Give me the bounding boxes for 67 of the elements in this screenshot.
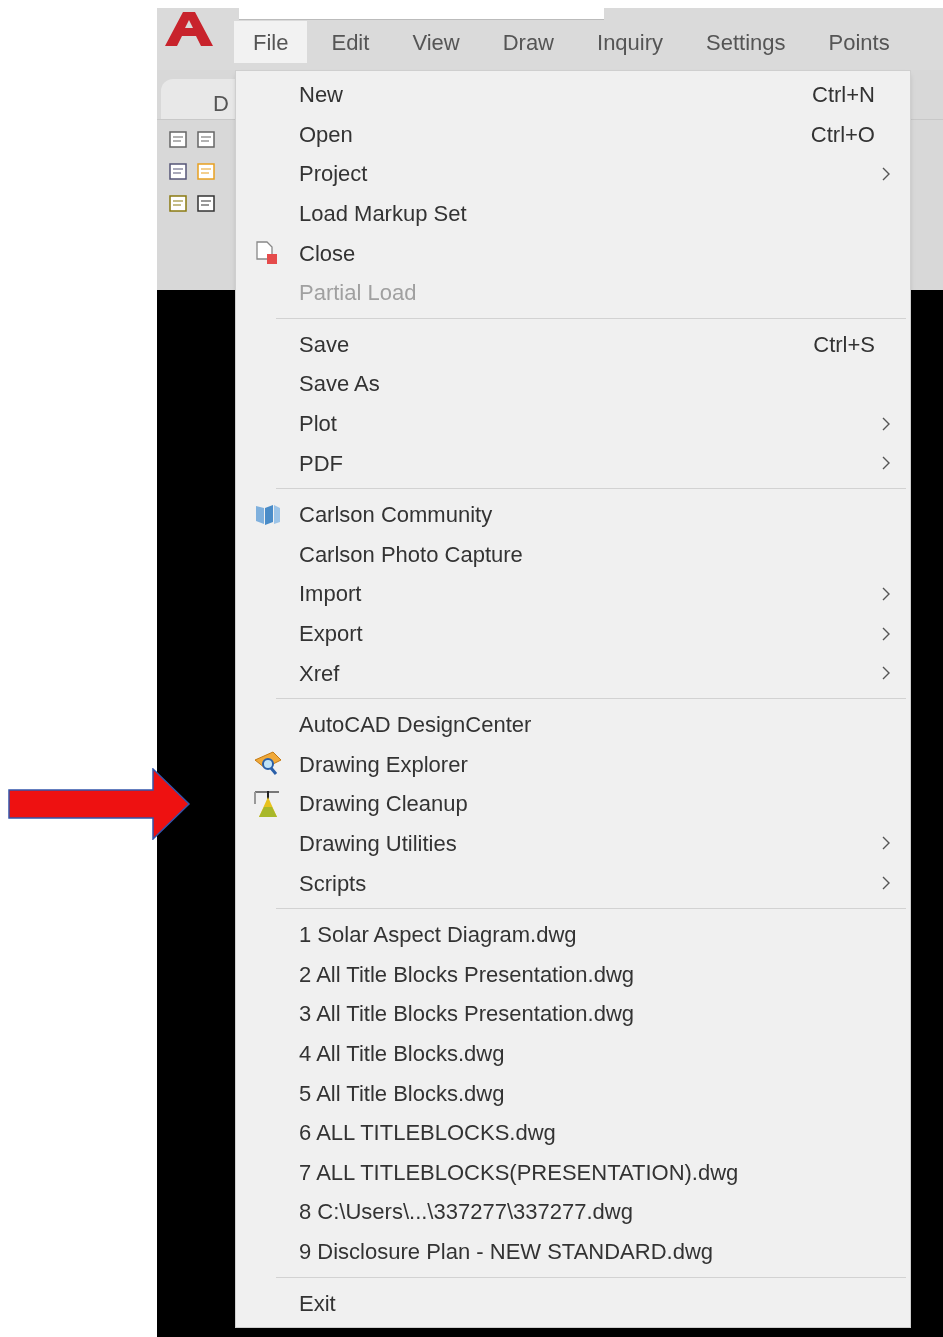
menu-item-label: Open <box>299 120 354 149</box>
menu-item-label: PDF <box>299 449 344 478</box>
menu-item[interactable]: PDF <box>236 443 910 483</box>
menu-item-label: Exit <box>299 1289 337 1318</box>
menu-item-label: Import <box>299 580 363 609</box>
menu-bar-item[interactable]: Settings <box>687 21 805 63</box>
menu-item-label: Carlson Photo Capture <box>299 540 524 569</box>
shortcut-label: Ctrl+N <box>812 81 875 110</box>
menu-item[interactable]: 4 All Title Blocks.dwg <box>236 1033 910 1074</box>
menu-item[interactable]: Import <box>236 574 910 614</box>
menu-bar-item[interactable]: Draw <box>483 21 573 63</box>
menu-item[interactable]: 2 All Title Blocks Presentation.dwg <box>236 954 910 995</box>
menu-item-label: 6 ALL TITLEBLOCKS.dwg <box>299 1119 557 1148</box>
menu-item[interactable]: Exit <box>236 1283 910 1323</box>
menu-item[interactable]: Drawing Explorer <box>236 744 910 785</box>
menu-bar-item[interactable]: View <box>393 21 479 63</box>
menu-item[interactable]: 6 ALL TITLEBLOCKS.dwg <box>236 1112 910 1153</box>
menu-item-label: Project <box>299 160 369 189</box>
menu-item[interactable]: Save As <box>236 364 910 404</box>
menu-item[interactable]: Export <box>236 613 910 654</box>
menu-item-label: 2 All Title Blocks Presentation.dwg <box>299 960 636 989</box>
menu-item[interactable]: 9 Disclosure Plan - NEW STANDARD.dwg <box>236 1231 910 1272</box>
menu-item-label: 1 Solar Aspect Diagram.dwg <box>299 921 578 950</box>
menu-item[interactable]: Plot <box>236 403 910 444</box>
menu-item-label: 7 ALL TITLEBLOCKS(PRESENTATION).dwg <box>299 1158 740 1187</box>
menu-item-label: 4 All Title Blocks.dwg <box>299 1039 506 1068</box>
menu-item[interactable]: Drawing Cleanup <box>236 784 910 824</box>
menu-item-label: Drawing Explorer <box>299 750 469 779</box>
menu-item[interactable]: Close <box>236 233 910 273</box>
menu-bar-item[interactable]: Inquiry <box>578 21 683 63</box>
menu-item-label: AutoCAD DesignCenter <box>299 711 533 740</box>
menu-item-label: Close <box>299 239 357 268</box>
menu-item-label: Load Markup Set <box>299 200 468 229</box>
menu-item[interactable]: AutoCAD DesignCenter <box>236 704 910 745</box>
menu-item[interactable]: 7 ALL TITLEBLOCKS(PRESENTATION).dwg <box>236 1152 910 1193</box>
menu-item-label: New <box>299 81 344 110</box>
menu-item-label: Save As <box>299 370 381 399</box>
menu-item[interactable]: Load Markup Set <box>236 193 910 234</box>
menu-item[interactable]: 3 All Title Blocks Presentation.dwg <box>236 994 910 1034</box>
menu-item[interactable]: Project <box>236 154 910 194</box>
menu-item[interactable]: Xref <box>236 653 910 693</box>
menu-item-label: Scripts <box>299 869 368 898</box>
menu-item-label: Xref <box>299 659 341 688</box>
menu-bar-item[interactable]: Edit <box>312 21 389 63</box>
menu-item-label: Carlson Community <box>299 501 494 530</box>
menu-item-label: Partial Load <box>299 279 418 308</box>
menu-item-label: 5 All Title Blocks.dwg <box>299 1079 506 1108</box>
menu-item-label: Save <box>299 330 351 359</box>
shortcut-label: Ctrl+S <box>813 330 875 359</box>
menu-bar-item[interactable]: File <box>234 21 308 63</box>
menu-item-label: Export <box>299 620 364 648</box>
menu-item-label: 9 Disclosure Plan - NEW STANDARD.dwg <box>299 1237 715 1266</box>
menu-item[interactable]: 8 C:\Users\...\337277\337277.dwg <box>236 1192 910 1232</box>
menu-item-label: Drawing Cleanup <box>299 790 469 819</box>
menu-item[interactable]: Scripts <box>236 863 910 903</box>
menu-item-label: 8 C:\Users\...\337277\337277.dwg <box>299 1198 634 1227</box>
menu-item[interactable]: Carlson Photo Capture <box>236 534 910 575</box>
menu-item-label: 3 All Title Blocks Presentation.dwg <box>299 1000 636 1029</box>
menu-item[interactable]: 1 Solar Aspect Diagram.dwg <box>236 914 910 955</box>
menu-item[interactable]: Carlson Community <box>236 494 910 535</box>
shortcut-label: Ctrl+O <box>810 120 875 149</box>
menu-bar-item[interactable]: Points <box>809 21 909 63</box>
menu-item[interactable]: Save Ctrl+S <box>236 324 910 365</box>
menu-item[interactable]: Drawing Utilities <box>236 823 910 864</box>
menu-item[interactable]: 5 All Title Blocks.dwg <box>236 1073 910 1113</box>
menu-item-label: Drawing Utilities <box>299 830 458 858</box>
menu-item-label: Plot <box>299 410 338 439</box>
